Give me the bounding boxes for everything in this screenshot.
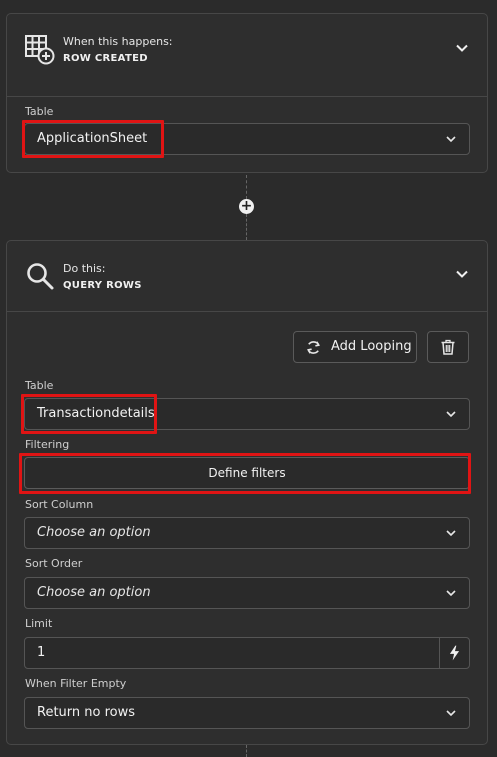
when-filter-empty-select[interactable]: Return no rows <box>24 697 470 729</box>
chevron-down-icon <box>446 530 456 537</box>
when-filter-empty-value: Return no rows <box>37 705 136 720</box>
lightning-icon <box>449 645 460 661</box>
trigger-table-select[interactable]: ApplicationSheet <box>24 123 470 155</box>
action-table-value: Transactiondetails <box>37 406 155 421</box>
trigger-divider <box>7 96 487 97</box>
sort-order-placeholder: Choose an option <box>37 585 151 600</box>
delete-button[interactable] <box>427 331 469 363</box>
trigger-heading-big: ROW CREATED <box>63 53 148 64</box>
action-card: Do this: QUERY ROWS Add Looping Table Tr… <box>6 240 488 745</box>
sort-order-select[interactable]: Choose an option <box>24 577 470 609</box>
connector-line-top <box>246 175 247 199</box>
action-table-select[interactable]: Transactiondetails <box>24 398 470 430</box>
filtering-label: Filtering <box>25 438 70 451</box>
add-looping-label: Add Looping <box>331 339 412 354</box>
chevron-down-icon[interactable] <box>455 267 469 281</box>
sort-order-label: Sort Order <box>25 557 83 570</box>
trigger-card: When this happens: ROW CREATED Table App… <box>6 13 488 173</box>
chevron-down-icon <box>446 411 456 418</box>
connector-line-tail <box>246 745 247 757</box>
add-looping-button[interactable]: Add Looping <box>293 331 417 363</box>
define-filters-button[interactable]: Define filters <box>24 457 470 489</box>
when-filter-empty-label: When Filter Empty <box>25 677 127 690</box>
action-table-label: Table <box>25 379 54 392</box>
chevron-down-icon <box>446 590 456 597</box>
define-filters-label: Define filters <box>208 466 286 480</box>
action-heading-small: Do this: <box>63 262 106 275</box>
chevron-down-icon <box>446 136 456 143</box>
trigger-heading-small: When this happens: <box>63 35 173 48</box>
action-divider <box>7 311 487 312</box>
limit-input[interactable]: 1 <box>24 637 470 669</box>
search-icon <box>27 263 54 290</box>
loop-icon <box>307 341 320 354</box>
limit-value: 1 <box>37 645 46 660</box>
chevron-down-icon <box>446 710 456 717</box>
plus-icon[interactable]: + <box>239 199 254 214</box>
trash-icon <box>441 339 455 355</box>
table-add-icon <box>25 35 55 65</box>
connector-line-bottom <box>246 214 247 240</box>
limit-label: Limit <box>25 617 53 630</box>
trigger-header[interactable]: When this happens: ROW CREATED <box>7 14 487 96</box>
sort-column-select[interactable]: Choose an option <box>24 517 470 549</box>
trigger-table-value: ApplicationSheet <box>37 131 148 146</box>
binding-button[interactable] <box>439 638 469 668</box>
action-heading-big: QUERY ROWS <box>63 280 142 291</box>
trigger-table-label: Table <box>25 105 54 118</box>
chevron-down-icon[interactable] <box>455 41 469 55</box>
sort-column-label: Sort Column <box>25 498 94 511</box>
sort-column-placeholder: Choose an option <box>37 525 151 540</box>
